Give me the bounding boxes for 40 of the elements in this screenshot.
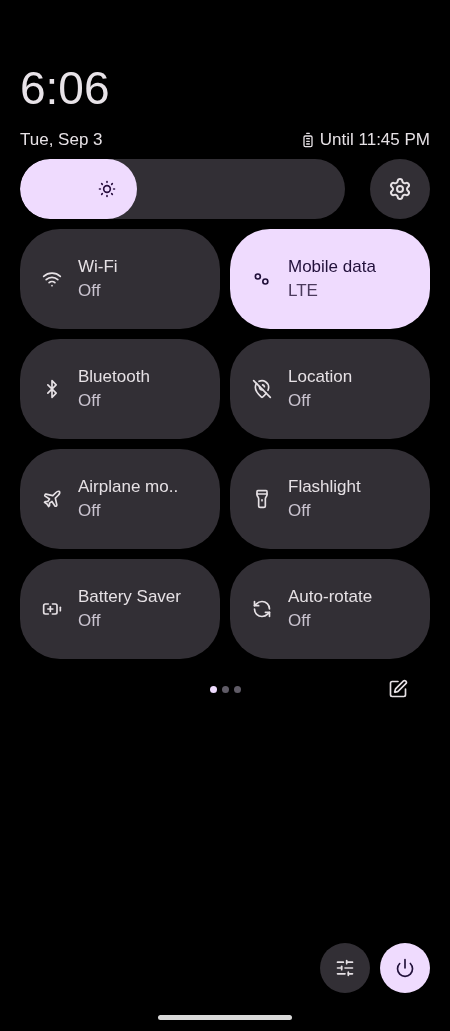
tile-label: Airplane mo.. [78,476,179,498]
sliders-icon [335,958,355,978]
quick-settings-tile[interactable]: Airplane mo.. Off [20,449,220,549]
tile-status: Off [288,500,312,522]
settings-button[interactable] [370,159,430,219]
tile-label: Auto-rotate [288,586,373,608]
tile-status: LTE [288,280,319,302]
tile-label: Location [288,366,353,388]
tile-label: Bluetooth [78,366,150,388]
quick-settings-tile[interactable]: Wi-Fi Off [20,229,220,329]
quick-settings-tile[interactable]: Auto-rotate Off [230,559,430,659]
quick-settings-tile[interactable]: Battery Saver Off [20,559,220,659]
controls-button[interactable] [320,943,370,993]
brightness-icon [97,179,117,199]
tile-label: Flashlight [288,476,361,498]
tile-status: Off [288,610,312,632]
location-off-icon [252,379,272,399]
tile-status: Off [78,610,102,632]
quick-settings-tile[interactable]: Flashlight Off [230,449,430,549]
quick-settings-tile[interactable]: Bluetooth Off [20,339,220,439]
tile-status: Off [78,500,102,522]
clock-time: 6:06 [20,62,110,114]
battery-estimate: Until 11:45 PM [319,129,430,152]
wifi-icon [42,269,62,289]
power-icon [395,958,415,978]
tile-status: Off [78,280,102,302]
date-text: Tue, Sep 3 [20,129,103,152]
quick-settings-tile[interactable]: Location Off [230,339,430,439]
brightness-slider[interactable] [20,159,345,219]
power-button[interactable] [380,943,430,993]
rotate-icon [252,599,272,619]
edit-icon[interactable] [388,679,408,699]
tile-status: Off [288,390,312,412]
tile-label: Mobile data [288,256,376,278]
airplane-icon [42,489,62,509]
quick-settings-tile[interactable]: Mobile data LTE [230,229,430,329]
tile-status: Off [78,390,102,412]
settings-icon [388,177,412,201]
tile-label: Battery Saver [78,586,181,608]
tile-label: Wi-Fi [78,256,118,278]
